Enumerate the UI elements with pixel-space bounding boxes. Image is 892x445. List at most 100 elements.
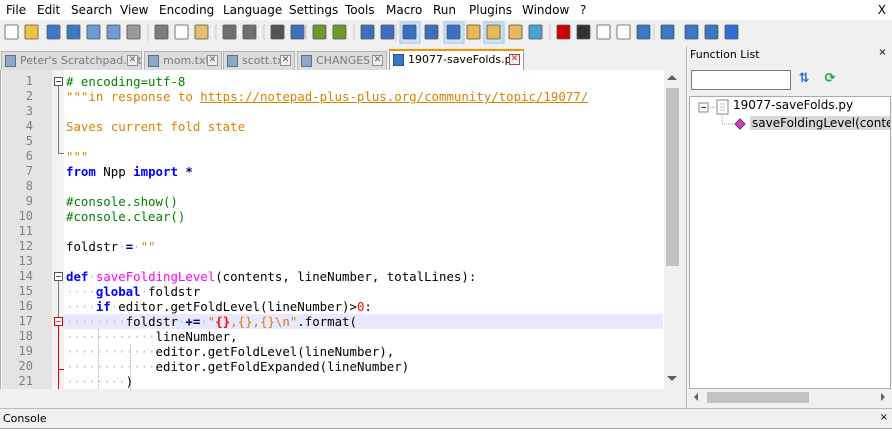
code-comment: #console.clear() [66,209,186,224]
tab-label: 19077-saveFolds.py [408,53,519,66]
monitor-icon[interactable] [528,24,543,40]
undo-icon[interactable] [222,24,237,40]
menu-language[interactable]: Language [223,3,282,17]
menu-help[interactable]: ? [580,3,586,17]
print-icon[interactable] [126,24,141,40]
code-text: editor.getFoldLevel(lineNumber)> [118,299,357,314]
zoom-in-icon[interactable] [312,24,327,40]
tab-scott[interactable]: scott.txt ✕ [223,51,295,70]
sort-icon[interactable]: ⇅ [795,70,813,88]
menu-file[interactable]: File [6,3,26,17]
play-multiple-icon[interactable] [616,24,631,40]
menu-edit[interactable]: Edit [37,3,60,17]
scrollbar-thumb[interactable] [707,392,809,403]
copy-icon[interactable] [174,24,189,40]
close-document-icon[interactable]: X [878,3,886,17]
folder-workspace-icon[interactable] [508,24,523,40]
panel-icon[interactable] [684,24,699,40]
tab-changes[interactable]: CHANGES ✕ [297,51,387,70]
redo-icon[interactable] [242,24,257,40]
menu-tools[interactable]: Tools [345,3,375,17]
close-icon[interactable] [86,24,101,40]
scroll-right-icon[interactable] [881,393,885,401]
code-text: (contents, lineNumber, totalLines): [215,269,477,284]
save-icon[interactable] [46,24,61,40]
line-number: 1 [25,74,33,88]
close-icon[interactable]: × [880,412,888,423]
play-macro-icon[interactable] [596,24,611,40]
scroll-left-icon[interactable] [694,393,698,401]
menu-view[interactable]: View [120,3,148,17]
file-disk-icon [227,55,238,67]
doc-map-icon[interactable] [466,24,481,40]
menu-settings[interactable]: Settings [289,3,338,17]
console-output[interactable] [0,428,892,445]
code-text: editor.getFoldLevel(lineNumber), [155,344,395,359]
code-line: ········) [66,374,134,389]
function-tree-item[interactable]: saveFoldingLevel(contents, [750,116,890,130]
code-operator: += [185,314,201,329]
menu-encoding[interactable]: Encoding [159,3,214,17]
replace-icon[interactable] [290,24,305,40]
fold-toggle-icon[interactable]: − [54,77,63,86]
function-list-icon[interactable] [486,24,501,40]
panel2-icon[interactable] [704,24,719,40]
code-text: Npp [95,164,134,179]
tab-close-icon[interactable]: ✕ [280,55,291,66]
code-text: .format( [297,314,357,329]
tab-close-icon[interactable]: ✕ [372,55,383,66]
file-disk-icon [148,55,159,67]
save-macro-icon[interactable] [636,24,651,40]
show-all-chars-icon[interactable] [424,24,439,40]
zoom-out-icon[interactable] [332,24,347,40]
cut-icon[interactable] [154,24,169,40]
stop-record-icon[interactable] [576,24,591,40]
tab-close-icon[interactable]: ✕ [207,55,218,66]
close-all-icon[interactable] [106,24,121,40]
scrollbar-thumb[interactable] [666,88,679,266]
record-macro-icon[interactable] [556,24,571,40]
code-url-link[interactable]: https://notepad-plus-plus.org/community/… [200,89,588,104]
new-file-icon[interactable] [4,24,19,40]
find-icon[interactable] [270,24,285,40]
sync-horizontal-icon[interactable] [380,24,395,40]
panel3-icon[interactable] [724,24,739,40]
code-string: """ [66,149,89,164]
refresh-icon[interactable]: ⟳ [821,70,839,88]
word-wrap-icon[interactable] [402,24,417,40]
fold-toggle-icon[interactable]: − [54,272,63,281]
code-text: ) [125,374,134,389]
function-tree: 19077-saveFolds.py saveFoldingLevel(cont… [689,96,891,389]
tab-19077-savefolds[interactable]: 19077-saveFolds.py ✕ [389,49,524,70]
tab-close-icon[interactable]: ✕ [509,54,520,65]
tab-mom[interactable]: mom.txt ✕ [144,51,222,70]
menu-search[interactable]: Search [71,3,112,17]
code-editor[interactable]: 1 2 3 4 5 6 7 8 9 10 11 12 13 14 15 16 1… [0,70,680,389]
function-tree-root[interactable]: 19077-saveFolds.py [733,98,853,112]
scroll-up-icon[interactable] [667,75,677,80]
tab-close-icon[interactable]: ✕ [127,55,138,66]
save-all-icon[interactable] [66,24,81,40]
fold-line [58,86,59,154]
close-icon[interactable]: × [877,48,888,59]
fold-toggle-icon[interactable]: − [54,317,63,326]
fold-line [58,281,59,318]
indent-guide-icon[interactable] [446,24,461,40]
code-line: ············lineNumber, [66,329,238,344]
paste-icon[interactable] [194,24,209,40]
tab-peters-scratchpad[interactable]: Peter's Scratchpad.txt ✕ [1,51,142,70]
menu-plugins[interactable]: Plugins [469,3,512,17]
editor-vertical-scrollbar[interactable] [664,70,680,389]
scroll-down-icon[interactable] [667,376,677,381]
sync-vertical-icon[interactable] [360,24,375,40]
menu-window[interactable]: Window [522,3,569,17]
python-run-icon[interactable] [660,24,675,40]
line-number: 14 [18,269,33,283]
function-list-horizontal-scrollbar[interactable] [689,389,891,406]
open-file-icon[interactable] [24,24,39,40]
line-number: 11 [18,224,33,238]
code-text: foldstr [125,314,178,329]
function-search-input[interactable] [691,70,791,90]
menu-macro[interactable]: Macro [386,3,422,17]
menu-run[interactable]: Run [433,3,456,17]
